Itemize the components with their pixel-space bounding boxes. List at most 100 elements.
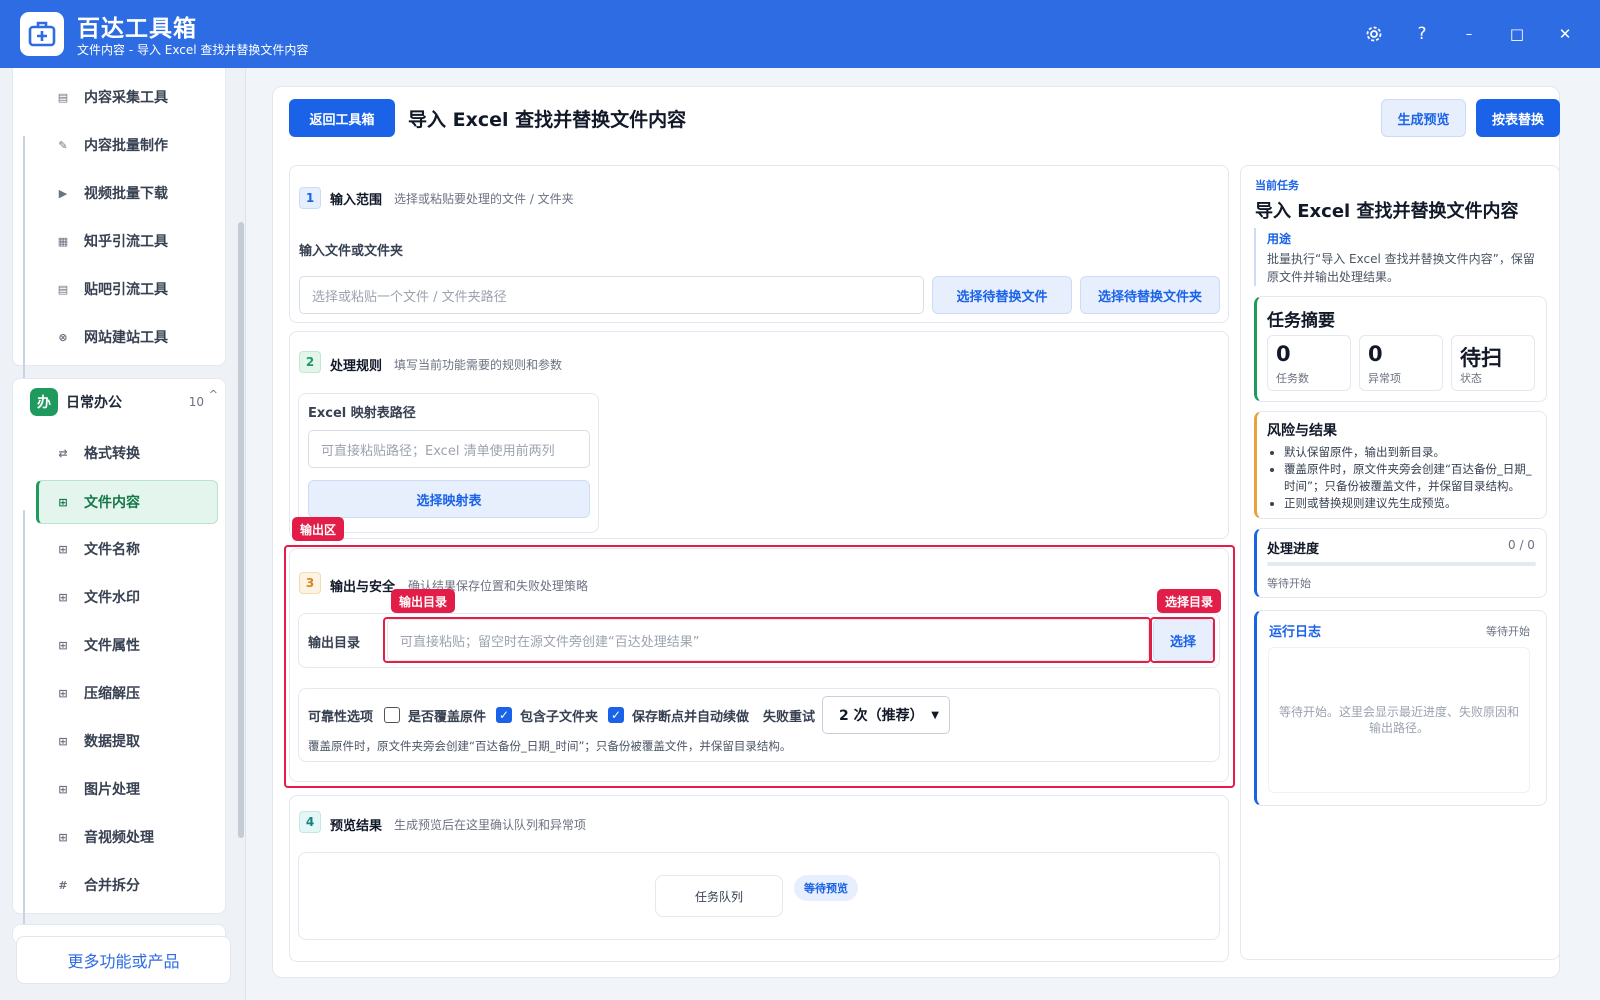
stat-label: 任务数 (1276, 372, 1309, 385)
chevron-up-icon[interactable]: ^ (209, 388, 218, 401)
sidebar-rail (23, 136, 25, 418)
sidebar-item-watermark[interactable]: ⊞ 文件水印 (36, 576, 218, 618)
sidebar-item-label: 视频批量下载 (84, 186, 168, 202)
choose-folder-button[interactable]: 选择待替换文件夹 (1080, 276, 1220, 314)
grid-icon: ⊞ (58, 734, 68, 748)
sidebar-item-image[interactable]: ⊞ 图片处理 (36, 768, 218, 810)
choose-dir-highlight (1150, 617, 1215, 663)
sidebar-item-label: 内容采集工具 (84, 90, 168, 106)
hash-icon: # (58, 878, 68, 892)
close-button[interactable]: ✕ (1551, 20, 1579, 48)
sidebar-item-label: 文件属性 (84, 638, 140, 654)
gear-icon[interactable] (1360, 20, 1388, 48)
summary-title: 任务摘要 (1267, 311, 1335, 331)
doc-icon: ▤ (57, 90, 69, 104)
sidebar-item-label: 内容批量制作 (84, 138, 168, 154)
choose-file-button[interactable]: 选择待替换文件 (932, 276, 1072, 314)
group-label: 日常办公 (66, 395, 122, 411)
sidebar-scroll-thumb[interactable] (238, 222, 244, 838)
choose-map-button[interactable]: 选择映射表 (308, 480, 590, 518)
sidebar-item-compress[interactable]: ⊞ 压缩解压 (36, 672, 218, 714)
sidebar-rail (23, 510, 25, 950)
app-title: 百达工具箱 (77, 16, 197, 42)
swap-icon: ⇄ (58, 446, 68, 460)
step-title: 预览结果 (330, 819, 383, 834)
group-badge: 办 (30, 388, 58, 416)
excel-map-path-field[interactable]: 可直接粘贴路径；Excel 清单使用前两列 (308, 430, 590, 468)
sidebar-item-label: 合并拆分 (84, 878, 140, 894)
field-label: Excel 映射表路径 (308, 406, 416, 421)
field-label: 输入文件或文件夹 (299, 244, 404, 259)
progress-bar (1267, 562, 1536, 566)
status-badge: 等待预览 (794, 875, 858, 901)
app-subtitle: 文件内容 - 导入 Excel 查找并替换文件内容 (77, 43, 309, 57)
task-title: 导入 Excel 查找并替换文件内容 (1255, 201, 1519, 222)
toolbox-icon (20, 12, 64, 56)
sidebar-item-format-convert[interactable]: ⇄ 格式转换 (36, 432, 218, 474)
replace-run-button[interactable]: 按表替换 (1476, 99, 1560, 137)
step-number: 1 (299, 187, 321, 209)
help-button[interactable]: ? (1408, 20, 1436, 48)
output-dir-tag: 输出目录 (391, 589, 456, 613)
sidebar-item-batch-make[interactable]: ✎ 内容批量制作 (36, 124, 218, 166)
grid-icon: ⊞ (58, 686, 68, 700)
stat-task-count: 0 任务数 (1267, 335, 1351, 391)
group-count: 10 (188, 395, 204, 409)
sidebar-item-website[interactable]: ⊗ 网站建站工具 (36, 316, 218, 358)
risk-title: 风险与结果 (1267, 423, 1337, 439)
step-desc: 生成预览后在这里确认队列和异常项 (394, 818, 587, 832)
sidebar-item-zhihu[interactable]: ▦ 知乎引流工具 (36, 220, 218, 262)
stat-label: 状态 (1460, 372, 1482, 385)
step-title: 处理规则 (330, 359, 383, 374)
stat-value: 待扫 (1460, 346, 1502, 370)
choose-dir-tag: 选择目录 (1157, 589, 1222, 613)
sidebar-item-label: 格式转换 (84, 446, 140, 462)
grid-icon: ⊞ (58, 830, 68, 844)
risk-item: 默认保留原件，输出到新目录。 (1284, 444, 1540, 461)
sidebar-item-label: 贴吧引流工具 (84, 282, 168, 298)
sidebar-item-label: 数据提取 (84, 734, 140, 750)
log-title: 运行日志 (1269, 625, 1322, 640)
sidebar-item-label: 音视频处理 (84, 830, 154, 846)
minimize-button[interactable]: – (1455, 20, 1483, 48)
risk-item: 正则或替换规则建议先生成预览。 (1284, 495, 1540, 512)
grid-icon: ⊞ (58, 782, 68, 796)
sidebar-item-content-collect[interactable]: ▤ 内容采集工具 (36, 76, 218, 118)
step-title: 输入范围 (330, 193, 383, 208)
progress-title: 处理进度 (1267, 542, 1320, 557)
purpose-label: 用途 (1267, 232, 1292, 246)
more-products-button[interactable]: 更多功能或产品 (16, 936, 231, 984)
sidebar-item-video-download[interactable]: ▶ 视频批量下载 (36, 172, 218, 214)
stat-status: 待扫 状态 (1451, 335, 1535, 391)
grid-icon: ▦ (57, 234, 69, 248)
step-desc: 填写当前功能需要的规则和参数 (394, 358, 563, 372)
log-output[interactable]: 等待开始。这里会显示最近进度、失败原因和输出路径。 (1268, 647, 1530, 793)
page-title: 导入 Excel 查找并替换文件内容 (408, 109, 687, 131)
input-path-field[interactable]: 选择或粘贴一个文件 / 文件夹路径 (299, 276, 924, 314)
back-button[interactable]: 返回工具箱 (289, 99, 395, 137)
current-task-label: 当前任务 (1255, 179, 1299, 192)
output-area-tag: 输出区 (292, 517, 345, 541)
maximize-button[interactable]: □ (1503, 20, 1531, 48)
globe-icon: ⊗ (58, 330, 68, 344)
stat-value: 0 (1368, 342, 1383, 366)
queue-label[interactable]: 任务队列 (655, 875, 783, 917)
pencil-icon: ✎ (58, 138, 68, 152)
sidebar-item-file-props[interactable]: ⊞ 文件属性 (36, 624, 218, 666)
sidebar-item-merge-split[interactable]: # 合并拆分 (36, 864, 218, 906)
preview-button[interactable]: 生成预览 (1381, 99, 1466, 137)
log-status: 等待开始 (1486, 625, 1530, 638)
sidebar-item-file-content[interactable]: ⊞ 文件内容 (36, 480, 218, 524)
sidebar-group-office[interactable]: 办 日常办公 10 ^ (30, 386, 222, 418)
sidebar-item-label: 网站建站工具 (84, 330, 168, 346)
sidebar-item-label: 文件水印 (84, 590, 140, 606)
sidebar-item-tieba[interactable]: ▤ 贴吧引流工具 (36, 268, 218, 310)
output-area-highlight (284, 545, 1235, 788)
sidebar-item-data-extract[interactable]: ⊞ 数据提取 (36, 720, 218, 762)
grid-icon: ⊞ (58, 638, 68, 652)
sidebar-item-file-name[interactable]: ⊞ 文件名称 (36, 528, 218, 570)
grid-icon: ⊞ (58, 590, 68, 604)
purpose-text: 批量执行“导入 Excel 查找并替换文件内容”，保留原文件并输出处理结果。 (1267, 252, 1535, 284)
grid-icon: ⊞ (58, 542, 68, 556)
sidebar-item-av[interactable]: ⊞ 音视频处理 (36, 816, 218, 858)
